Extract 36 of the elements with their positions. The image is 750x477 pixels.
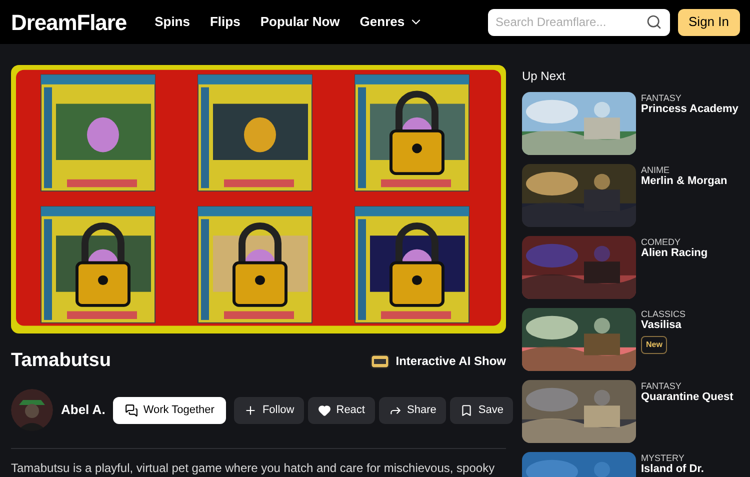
nav-link[interactable]: Popular Now: [260, 12, 340, 32]
logo[interactable]: DreamFlare: [11, 6, 127, 38]
search-field[interactable]: Search Dreamflare...: [488, 8, 670, 36]
section-title: Up Next: [522, 68, 566, 85]
action-button[interactable]: Work Together: [113, 396, 226, 424]
genre-label: FANTASY: [641, 381, 682, 391]
nav-link[interactable]: Spins: [154, 12, 190, 32]
action-button[interactable]: Share: [379, 396, 446, 424]
avatar: [11, 389, 53, 432]
show-link[interactable]: Alien Racing: [641, 247, 708, 260]
show-link[interactable]: Vasilisa: [641, 319, 686, 332]
search-icon: [646, 14, 662, 30]
show-link[interactable]: Quarantine Quest: [641, 391, 734, 404]
genre-label: ANIME: [641, 165, 671, 175]
show-link[interactable]: Island of Dr.: [641, 463, 704, 476]
action-button[interactable]: React: [308, 396, 375, 424]
show-title: Tamabutsu: [11, 348, 111, 373]
action-button[interactable]: Save: [450, 396, 514, 424]
genre-label: COMEDY: [641, 237, 682, 247]
chat-bubbles-icon: [125, 404, 138, 417]
genre-label: MYSTERY: [641, 453, 686, 463]
show-description: Tamabutsu is a playful, virtual pet game where you hatch and care for mischievous, spooky: [11, 460, 496, 477]
nav-link[interactable]: Genres: [360, 12, 423, 32]
genre-label: FANTASY: [641, 93, 682, 103]
genre-label: CLASSICS: [641, 309, 686, 319]
show-link[interactable]: Princess Academy: [641, 103, 738, 116]
show-link[interactable]: Merlin & Morgan: [641, 175, 728, 188]
action-button[interactable]: Follow: [234, 396, 304, 424]
heart-icon: [318, 404, 332, 417]
show-type-label: Interactive AI Show: [396, 352, 506, 370]
new-badge: New: [641, 336, 668, 354]
author-name[interactable]: Abel A.: [61, 400, 106, 420]
plus-icon: [244, 404, 258, 417]
nav-link[interactable]: Flips: [210, 12, 240, 32]
bookmark-icon: [460, 404, 474, 417]
sign-in-button[interactable]: Sign In: [678, 8, 740, 36]
